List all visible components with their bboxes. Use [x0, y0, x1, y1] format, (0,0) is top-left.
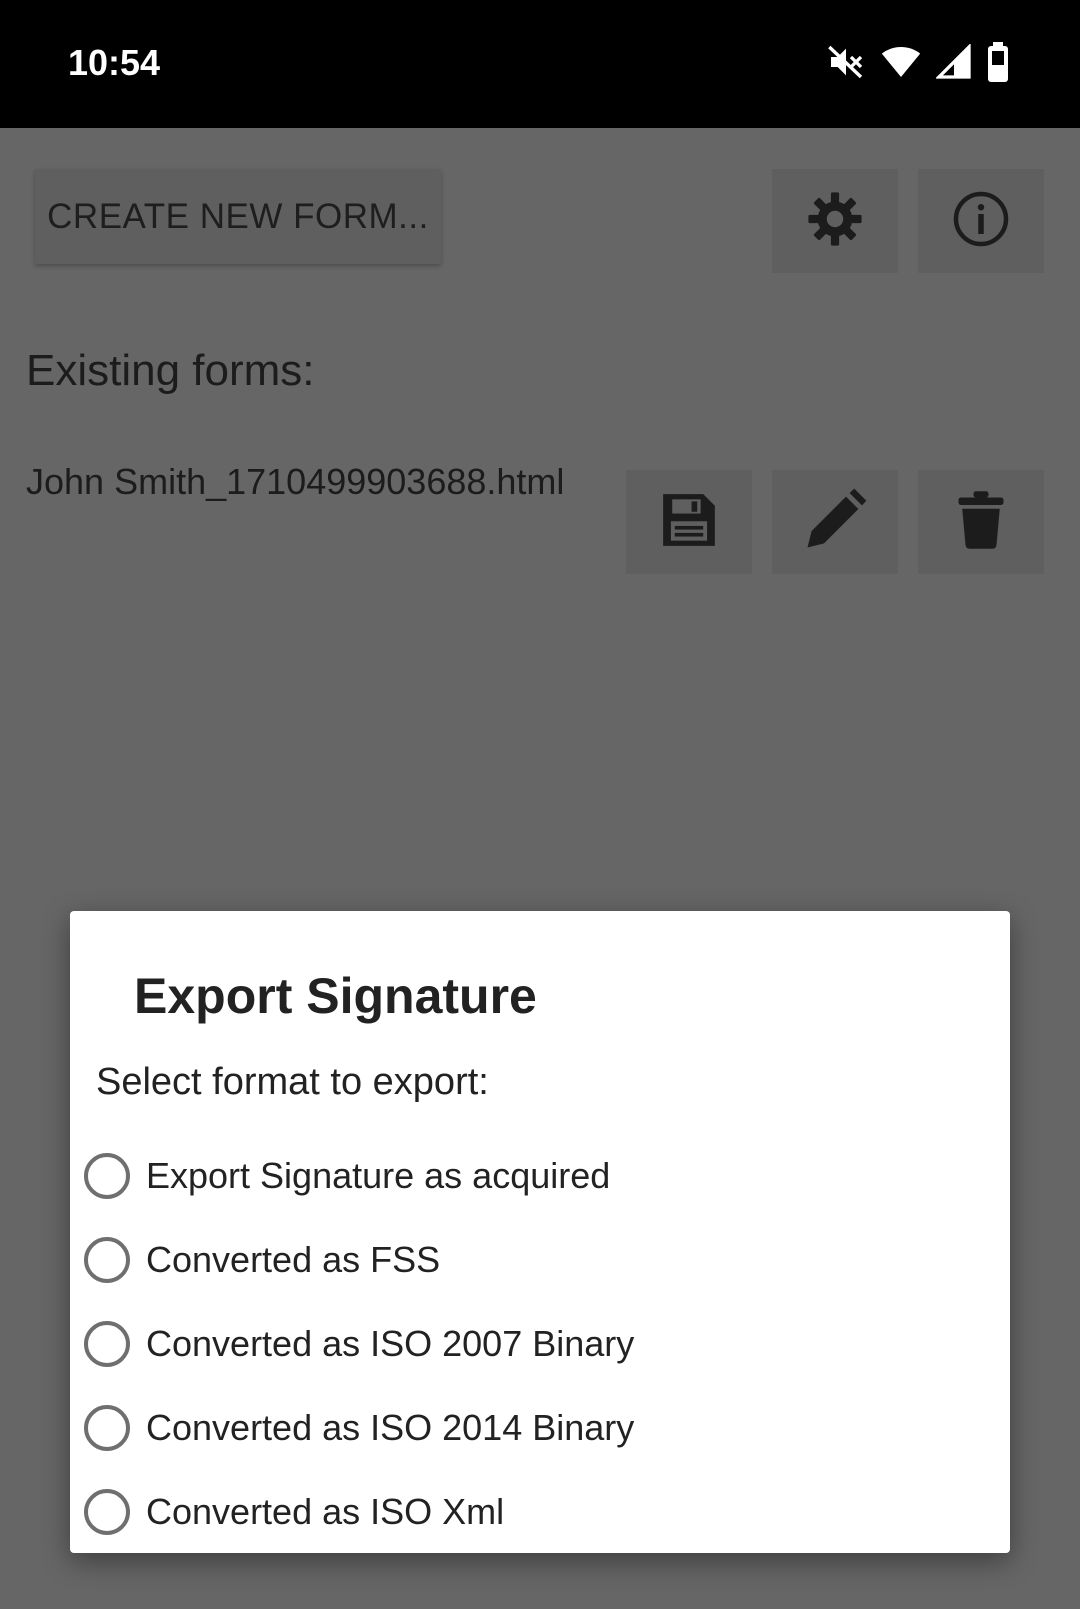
dialog-message: Select format to export: [96, 1061, 489, 1103]
export-option-as-acquired[interactable]: Export Signature as acquired [84, 1136, 984, 1216]
save-form-button[interactable] [626, 470, 752, 574]
radio-button[interactable] [84, 1237, 130, 1283]
option-label: Converted as ISO 2007 Binary [146, 1323, 635, 1364]
export-option-iso-2014-binary[interactable]: Converted as ISO 2014 Binary [84, 1388, 984, 1468]
radio-button[interactable] [84, 1405, 130, 1451]
existing-forms-label: Existing forms: [26, 346, 315, 395]
dialog-title: Export Signature [134, 968, 537, 1024]
info-icon [951, 189, 1011, 254]
delete-form-button[interactable] [918, 470, 1044, 574]
gear-icon [806, 190, 864, 253]
save-icon [658, 489, 720, 556]
export-option-iso-2007-binary[interactable]: Converted as ISO 2007 Binary [84, 1304, 984, 1384]
signal-icon [935, 42, 972, 85]
info-button[interactable] [918, 169, 1044, 273]
settings-button[interactable] [772, 169, 898, 273]
mute-icon [826, 42, 866, 87]
option-label: Converted as ISO Xml [146, 1491, 505, 1532]
edit-form-button[interactable] [772, 470, 898, 574]
export-option-iso-xml[interactable]: Converted as ISO Xml [84, 1472, 984, 1552]
battery-icon [986, 41, 1010, 87]
edit-icon [802, 487, 868, 558]
radio-button[interactable] [84, 1321, 130, 1367]
create-new-form-button[interactable]: CREATE NEW FORM... [35, 169, 441, 264]
form-file-name[interactable]: John Smith_1710499903688.html [26, 461, 564, 503]
radio-button[interactable] [84, 1489, 130, 1535]
status-time: 10:54 [68, 42, 161, 83]
status-bar: 10:54 [0, 0, 1080, 128]
delete-icon [956, 489, 1006, 556]
export-option-fss[interactable]: Converted as FSS [84, 1220, 984, 1300]
status-icons [826, 41, 1010, 87]
export-signature-dialog: Export Signature Select format to export… [70, 911, 1010, 1553]
radio-button[interactable] [84, 1153, 130, 1199]
option-label: Export Signature as acquired [146, 1155, 611, 1196]
wifi-icon [880, 42, 922, 87]
option-label: Converted as FSS [146, 1239, 441, 1280]
option-label: Converted as ISO 2014 Binary [146, 1407, 635, 1448]
